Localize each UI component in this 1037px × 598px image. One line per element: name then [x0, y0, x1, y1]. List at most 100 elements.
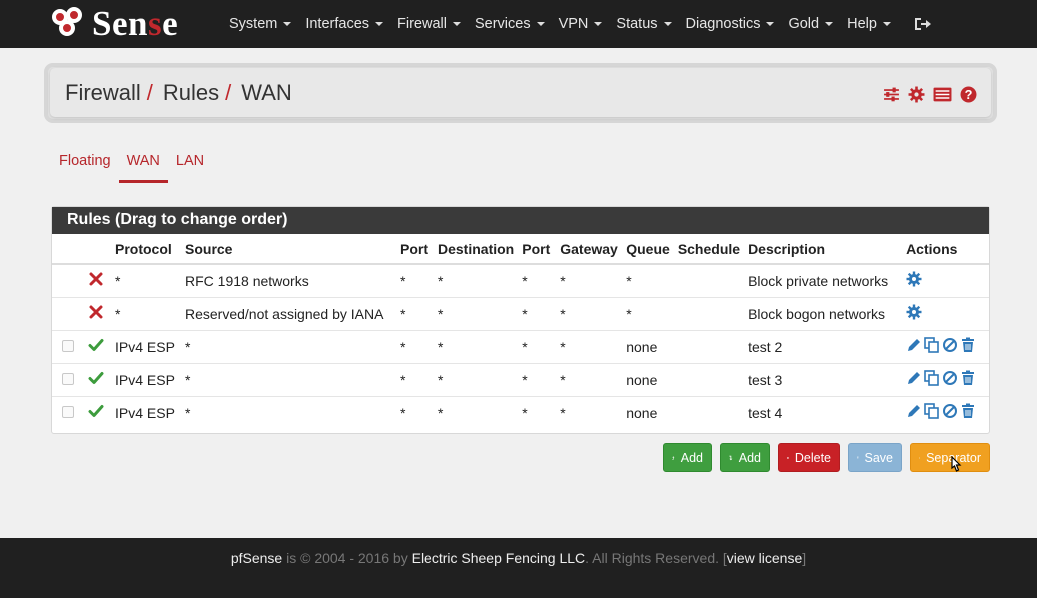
help-icon[interactable]: ? — [960, 86, 977, 103]
table-row[interactable]: * Reserved/not assigned by IANA * * * * … — [52, 296, 989, 330]
trash-icon[interactable] — [960, 337, 976, 353]
gateway-cell: * — [556, 296, 623, 330]
disable-icon[interactable] — [942, 370, 958, 386]
disable-icon[interactable] — [942, 403, 958, 419]
copy-icon[interactable] — [924, 403, 940, 420]
floppy-save-icon — [857, 456, 859, 459]
nav-vpn[interactable]: VPN — [552, 16, 610, 32]
source-cell: * — [181, 329, 396, 363]
gear-icon[interactable] — [906, 271, 922, 287]
nav-firewall[interactable]: Firewall — [390, 16, 468, 32]
edit-pencil-icon[interactable] — [906, 403, 922, 419]
save-button[interactable]: Save — [848, 443, 902, 472]
row-checkbox[interactable] — [62, 372, 74, 385]
col-protocol: Protocol — [111, 234, 181, 265]
chevron-down-icon — [536, 22, 545, 26]
col-port: Port — [396, 234, 434, 265]
pfsense-logo[interactable]: Sense — [52, 5, 178, 43]
table-row[interactable]: * RFC 1918 networks * * * * * Block priv… — [52, 263, 989, 297]
list-icon[interactable] — [933, 86, 952, 103]
table-row[interactable]: IPv4 ESP * * * * * none test 4 — [52, 395, 989, 429]
queue-cell: none — [622, 329, 674, 363]
breadcrumb-firewall[interactable]: Firewall — [65, 80, 141, 106]
block-x-icon — [89, 305, 103, 319]
protocol-cell: IPv4 ESP — [111, 395, 181, 429]
breadcrumb-wan: WAN — [241, 80, 292, 105]
pass-check-icon — [88, 339, 104, 351]
table-row[interactable]: IPv4 ESP * * * * * none test 3 — [52, 362, 989, 396]
dest-port-cell: * — [518, 395, 557, 429]
edit-pencil-icon[interactable] — [906, 370, 922, 386]
breadcrumb-rules[interactable]: Rules — [163, 80, 219, 106]
tab-lan[interactable]: LAN — [168, 150, 212, 181]
nav-gold[interactable]: Gold — [781, 16, 840, 32]
pass-check-icon — [88, 372, 104, 384]
block-x-icon — [89, 272, 103, 286]
breadcrumb: Firewall / Rules / WAN — [65, 80, 292, 106]
actions-cell — [902, 296, 989, 330]
disable-icon[interactable] — [942, 337, 958, 353]
chevron-down-icon — [375, 22, 384, 26]
view-license-link[interactable]: view license — [727, 550, 802, 566]
status-cell — [84, 362, 111, 396]
actions-cell — [902, 329, 989, 363]
footer-company-link[interactable]: Electric Sheep Fencing LLC — [412, 550, 586, 566]
dest-port-cell: * — [518, 362, 557, 396]
nav-services[interactable]: Services — [468, 16, 552, 32]
description-cell: Block bogon networks — [744, 296, 903, 330]
schedule-cell — [673, 395, 745, 429]
destination-cell: * — [434, 263, 519, 297]
footer-brand: pfSense — [230, 550, 283, 566]
copy-icon[interactable] — [924, 337, 940, 353]
table-row[interactable]: IPv4 ESP * * * * * none test 2 — [52, 329, 989, 363]
actions-cell — [902, 395, 989, 429]
select-cell — [52, 362, 84, 396]
queue-cell: none — [622, 395, 674, 429]
select-cell — [52, 296, 84, 330]
sliders-icon[interactable] — [883, 86, 900, 103]
col-description: Description — [744, 234, 903, 265]
tab-floating[interactable]: Floating — [51, 150, 119, 181]
source-cell: * — [181, 395, 396, 429]
rules-table: Protocol Source Port Destination Port Ga… — [52, 234, 989, 429]
add-bottom-button[interactable]: Add — [720, 443, 770, 472]
dest-port-cell: * — [518, 263, 557, 297]
footer: pfSense is © 2004 - 2016 by Electric She… — [0, 538, 1037, 598]
col-destination: Destination — [434, 234, 519, 265]
port-cell: * — [396, 263, 434, 297]
gear-icon[interactable] — [906, 304, 922, 320]
port-cell: * — [396, 329, 434, 363]
protocol-cell: IPv4 ESP — [111, 329, 181, 363]
source-cell: RFC 1918 networks — [181, 263, 396, 297]
add-top-button[interactable]: Add — [663, 443, 712, 472]
edit-pencil-icon[interactable] — [906, 337, 922, 353]
port-cell: * — [396, 395, 434, 429]
nav-system[interactable]: System — [222, 16, 298, 32]
dest-port-cell: * — [518, 329, 557, 363]
breadcrumb-panel: Firewall / Rules / WAN ? — [44, 63, 997, 123]
nav-diagnostics[interactable]: Diagnostics — [679, 16, 782, 32]
chevron-down-icon — [452, 22, 461, 26]
port-cell: * — [396, 362, 434, 396]
gateway-cell: * — [556, 362, 623, 396]
logout-icon — [914, 18, 931, 30]
trash-icon[interactable] — [960, 370, 976, 386]
chevron-down-icon — [825, 22, 834, 26]
dest-port-cell: * — [518, 296, 557, 330]
gear-icon[interactable] — [908, 86, 925, 103]
description-cell: Block private networks — [744, 263, 903, 297]
nav-status[interactable]: Status — [609, 16, 678, 32]
status-cell — [84, 329, 111, 363]
status-cell — [84, 263, 111, 297]
nav-interfaces[interactable]: Interfaces — [298, 16, 390, 32]
row-checkbox[interactable] — [62, 339, 74, 352]
nav-help[interactable]: Help — [840, 16, 898, 32]
delete-button[interactable]: Delete — [778, 443, 840, 472]
tab-wan[interactable]: WAN — [118, 150, 169, 183]
row-checkbox[interactable] — [62, 405, 74, 418]
copy-icon[interactable] — [924, 370, 940, 386]
breadcrumb-separator: / — [146, 80, 153, 105]
trash-icon[interactable] — [960, 403, 976, 419]
logout-button[interactable] — [898, 16, 938, 32]
chevron-down-icon — [594, 22, 603, 26]
